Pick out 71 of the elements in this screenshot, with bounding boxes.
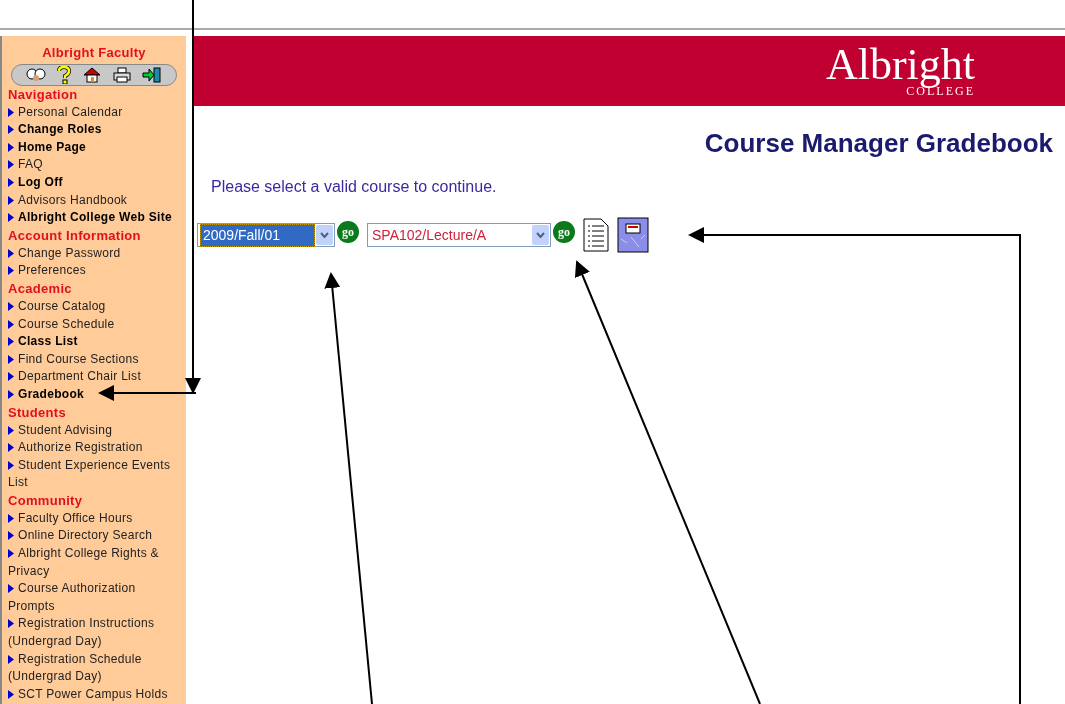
section-heading: Account Information [8,226,142,245]
select-value: 2009/Fall/01 [200,223,315,247]
sidebar-link[interactable]: Online Directory Search [8,527,180,546]
bullet-icon [8,107,14,117]
sidebar-link[interactable]: Course Schedule [8,315,180,334]
document-list-icon[interactable] [583,218,609,252]
sidebar-link[interactable]: Student Experience Events List [8,456,180,492]
sidebar-link[interactable]: Change Roles [8,121,180,139]
bullet-icon [8,160,14,170]
sidebar-link[interactable]: Preferences [8,262,180,280]
bullet-icon [8,337,14,347]
sidebar-link[interactable]: Class List [8,333,180,351]
bullet-icon [8,549,14,559]
bullet-icon [8,389,14,399]
sidebar-link[interactable]: Personal Calendar [8,103,180,122]
people-icon[interactable] [25,66,46,83]
select-field[interactable]: SPA102/Lecture/A [367,223,551,247]
notebook-icon[interactable] [617,217,649,253]
sidebar-link[interactable]: Log Off [8,173,180,192]
sidebar-link[interactable]: Faculty Office Hours [8,509,180,528]
sidebar-link[interactable]: Change Password [8,244,180,263]
bullet-icon [8,689,14,699]
sidebar-link[interactable]: SCT Power Campus Holds [8,685,180,704]
bullet-icon [8,142,14,152]
exit-icon[interactable] [142,66,163,83]
section-heading: Navigation [8,85,79,104]
bullet-icon [8,425,14,435]
bullet-icon [8,443,14,453]
bullet-icon [8,195,14,205]
printer-icon[interactable] [112,66,131,83]
go-button[interactable]: go [337,221,359,243]
bullet-icon [8,125,14,135]
bullet-icon [8,248,14,258]
bullet-icon [8,460,14,470]
page-title: Course Manager Gradebook [704,127,1053,160]
bullet-icon [8,177,14,187]
bullet-icon [8,584,14,594]
bullet-icon [8,319,14,329]
message: Please select a valid course to continue. [211,177,498,197]
sidebar-link[interactable]: Registration Schedule (Undergrad Day) [8,650,180,686]
home-icon[interactable] [83,66,101,83]
sidebar-title: Albright Faculty [41,44,147,62]
bullet-icon [8,654,14,664]
sidebar-link[interactable]: Course Catalog [8,297,180,316]
bullet-icon [8,513,14,523]
bullet-icon [8,301,14,311]
sidebar-link[interactable]: Find Course Sections [8,350,180,369]
bullet-icon [8,266,14,276]
sidebar-link[interactable]: Home Page [8,138,180,157]
select-field[interactable]: 2009/Fall/01 [197,223,335,247]
bullet-icon [8,354,14,364]
bullet-icon [8,531,14,541]
select-value: SPA102/Lecture/A [371,225,488,245]
sidebar-link[interactable]: Gradebook [8,385,180,404]
sidebar-link[interactable]: FAQ [8,156,180,174]
go-button[interactable]: go [553,221,575,243]
sidebar-link[interactable]: Registration Instructions (Undergrad Day) [8,615,180,651]
sidebar-link[interactable]: Albright College Rights & Privacy [8,545,180,581]
section-heading: Community [8,491,84,510]
sidebar-link[interactable]: Student Advising [8,421,180,440]
sidebar-link[interactable]: Albright College Web Site [8,209,180,227]
bullet-icon [8,372,14,382]
section-heading: Students [8,403,67,422]
sidebar-link[interactable]: Course Authorization Prompts [8,580,180,616]
sidebar-link[interactable]: Advisors Handbook [8,191,180,210]
bullet-icon [8,213,14,223]
help-icon[interactable] [57,65,72,84]
section-heading: Academic [8,279,73,298]
sidebar-link[interactable]: Department Chair List [8,368,180,386]
bullet-icon [8,619,14,629]
sidebar-link[interactable]: Authorize Registration [8,439,180,457]
